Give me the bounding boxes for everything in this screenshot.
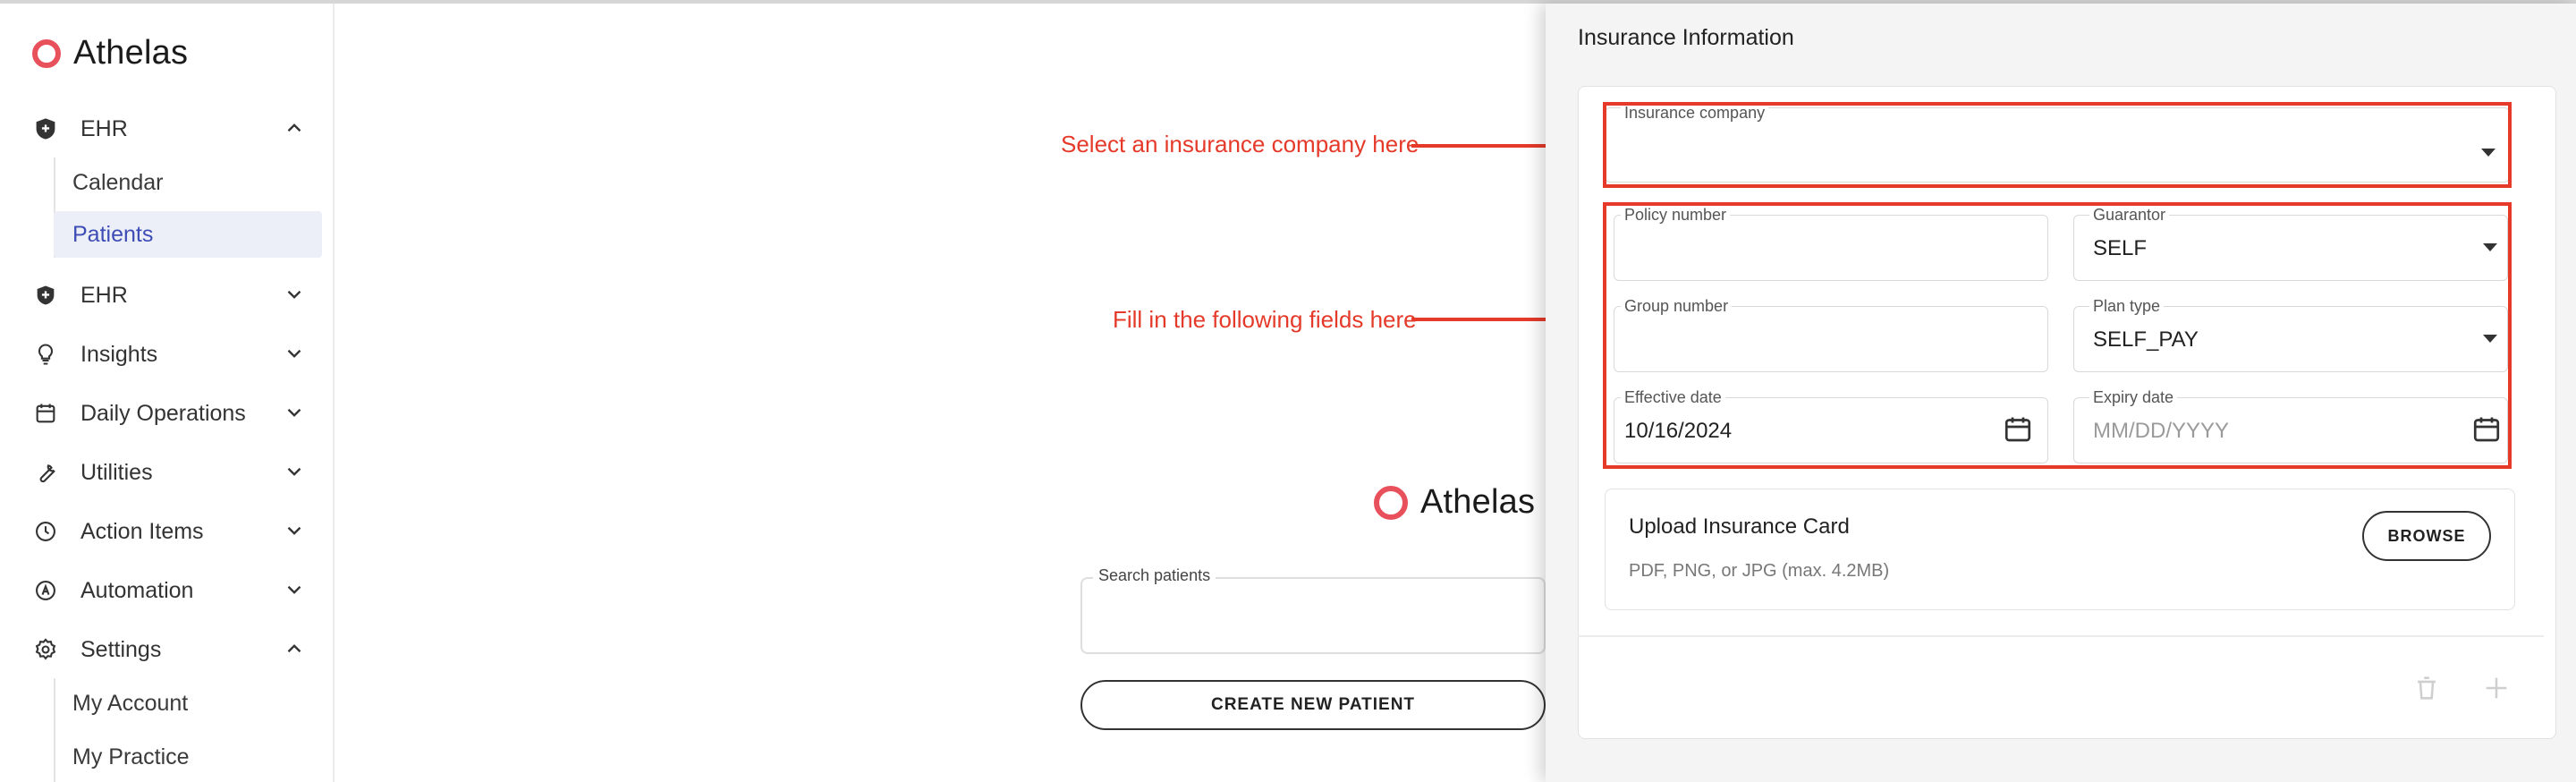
sidebar-item-label: EHR	[80, 282, 128, 308]
sidebar-item-label: Action Items	[80, 518, 204, 544]
create-new-patient-button[interactable]: CREATE NEW PATIENT	[1080, 680, 1546, 730]
drawer-divider	[1578, 635, 2544, 637]
chevron-down-icon	[287, 467, 301, 476]
sidebar-subitem-patients[interactable]: Patients	[54, 211, 322, 258]
search-patients-label: Search patients	[1093, 566, 1216, 585]
athelas-logo-icon	[1374, 485, 1408, 520]
sidebar-item-label: Daily Operations	[80, 400, 246, 426]
sidebar-item-label: Settings	[80, 636, 162, 662]
search-patients-input[interactable]	[1080, 577, 1546, 654]
chevron-down-icon	[287, 585, 301, 594]
sidebar-item-utilities[interactable]: Utilities	[32, 447, 309, 497]
sidebar-subitem-my-practice[interactable]: My Practice	[54, 734, 322, 780]
chevron-up-icon	[287, 123, 301, 132]
sidebar-item-settings[interactable]: Settings	[32, 625, 309, 675]
highlight-policy-fields	[1603, 202, 2512, 469]
upload-subtitle: PDF, PNG, or JPG (max. 4.2MB)	[1629, 561, 1890, 581]
gear-icon	[32, 636, 59, 663]
wrench-icon	[32, 459, 59, 486]
sidebar-logo[interactable]: Athelas	[32, 34, 188, 72]
sidebar-item-automation[interactable]: Automation	[32, 565, 309, 616]
shield-plus-icon	[32, 282, 59, 309]
chevron-down-icon	[287, 408, 301, 417]
lightbulb-icon	[32, 341, 59, 368]
trash-icon[interactable]	[2411, 673, 2442, 703]
sidebar-item-daily-operations[interactable]: Daily Operations	[32, 388, 309, 438]
chevron-down-icon	[287, 349, 301, 358]
upload-insurance-card: Upload Insurance Card PDF, PNG, or JPG (…	[1605, 489, 2515, 610]
shield-plus-icon	[32, 115, 59, 142]
upload-title: Upload Insurance Card	[1629, 514, 1850, 539]
sidebar-subitem-my-account[interactable]: My Account	[54, 680, 322, 727]
logo-text: Athelas	[73, 34, 189, 72]
drawer-title: Insurance Information	[1578, 25, 1794, 50]
sidebar-item-label: Utilities	[80, 459, 153, 485]
automation-icon	[32, 577, 59, 604]
chevron-up-icon	[287, 644, 301, 653]
sidebar-item-label: Insights	[80, 341, 158, 367]
chevron-down-icon	[287, 526, 301, 535]
athelas-logo-icon	[32, 38, 61, 68]
sidebar-item-ehr-2[interactable]: EHR	[32, 270, 309, 320]
sidebar-item-label: Automation	[80, 577, 194, 603]
sidebar-item-insights[interactable]: Insights	[32, 329, 309, 379]
add-icon[interactable]	[2481, 673, 2512, 703]
sidebar-subitem-calendar[interactable]: Calendar	[54, 159, 322, 206]
chevron-down-icon	[287, 290, 301, 299]
annotation-insurance: Select an insurance company here	[1061, 131, 1419, 157]
main-logo-text: Athelas	[1420, 483, 1536, 521]
main-logo: Athelas	[1374, 483, 1535, 522]
annotation-fields: Fill in the following fields here	[1113, 306, 1417, 333]
calendar-icon	[32, 400, 59, 427]
clock-icon	[32, 518, 59, 545]
sidebar-item-ehr[interactable]: EHR	[32, 104, 309, 154]
sidebar-item-action-items[interactable]: Action Items	[32, 506, 309, 557]
sidebar-item-label: EHR	[80, 115, 128, 141]
browse-button[interactable]: BROWSE	[2362, 511, 2491, 561]
highlight-insurance-company	[1603, 102, 2512, 188]
